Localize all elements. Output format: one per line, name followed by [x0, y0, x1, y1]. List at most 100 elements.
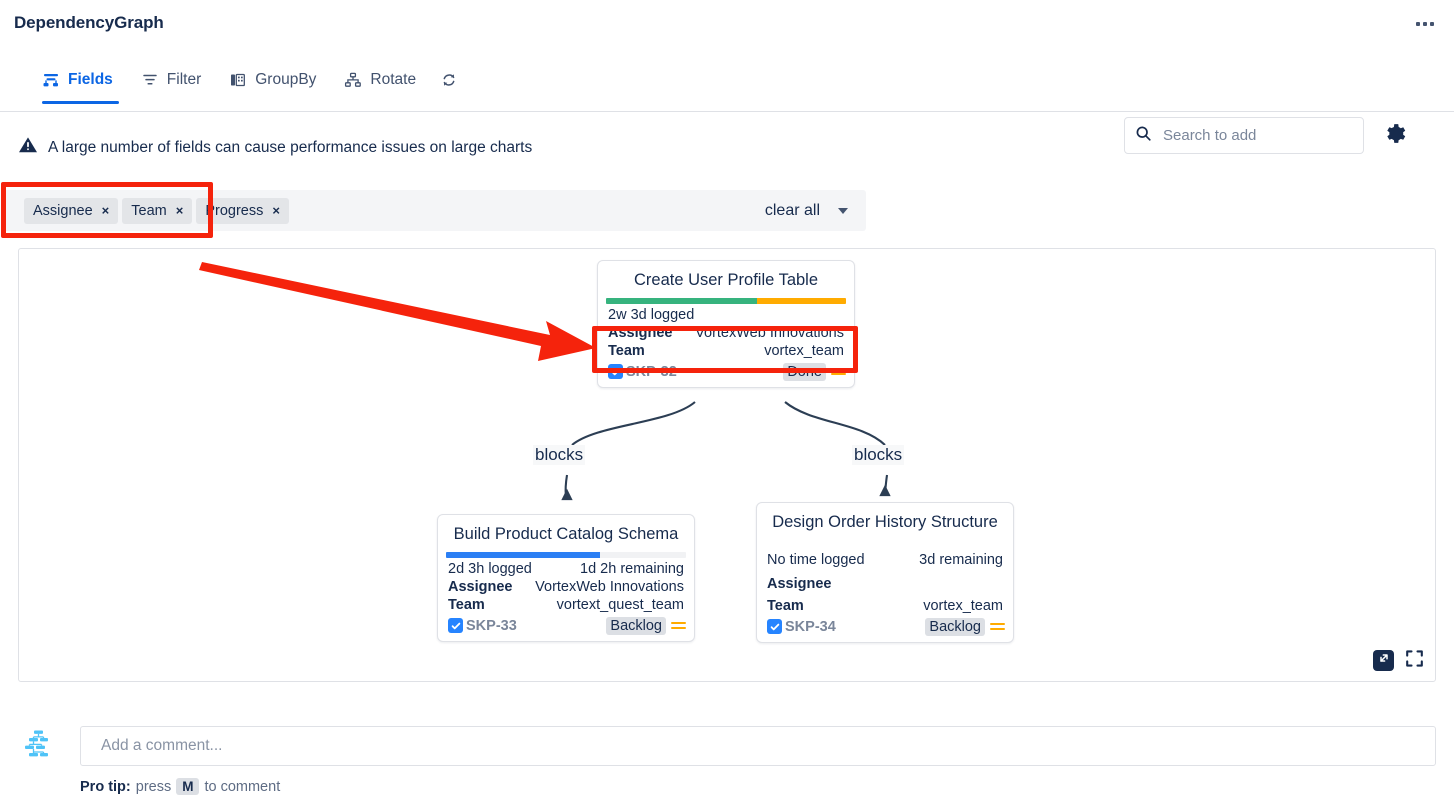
settings-button[interactable] [1380, 122, 1408, 150]
chip-progress-label: Progress [205, 202, 264, 219]
chip-team[interactable]: Team × [122, 197, 193, 224]
time-remaining: 1d 2h remaining [580, 560, 684, 577]
field-row-assignee: Assignee VortexWeb Innovations [598, 324, 854, 342]
issue-key-cell[interactable]: SKP-33 [448, 618, 517, 634]
field-key: Assignee [767, 575, 832, 592]
graph-node-skp-33[interactable]: Build Product Catalog Schema 2d 3h logge… [437, 514, 695, 642]
edge-label-blocks-right: blocks [852, 445, 905, 465]
pro-tip: Pro tip: press M to comment [80, 778, 280, 795]
fullscreen-icon [1405, 649, 1424, 673]
chip-progress-remove-icon[interactable]: × [272, 203, 280, 218]
fields-icon [42, 71, 60, 89]
tab-fields-label: Fields [68, 71, 113, 88]
performance-warning-text: A large number of fields can cause perfo… [48, 138, 533, 156]
field-key: Team [448, 596, 485, 613]
refresh-icon [440, 71, 458, 89]
performance-warning: A large number of fields can cause perfo… [18, 136, 532, 159]
tab-filter[interactable]: Filter [127, 56, 215, 104]
clear-all-label: clear all [764, 201, 820, 219]
tab-groupby-label: GroupBy [255, 71, 317, 88]
field-key: Assignee [608, 324, 673, 341]
issue-key-cell[interactable]: SKP-34 [767, 619, 836, 635]
gear-icon [1382, 121, 1407, 151]
search-box[interactable] [1124, 117, 1364, 154]
task-type-icon [767, 619, 782, 635]
time-logged: 2w 3d logged [608, 306, 695, 323]
chip-assignee-remove-icon[interactable]: × [102, 203, 110, 218]
tab-rotate-label: Rotate [370, 71, 417, 88]
field-value: VortexWeb Innovations [535, 578, 684, 595]
progress-bar [606, 297, 846, 304]
edge-arrow-skp32-skp34 [879, 474, 891, 497]
edge-line-skp32-skp34 [784, 401, 886, 446]
graph-node-skp-34[interactable]: Design Order History Structure No time l… [756, 502, 1014, 643]
app-root: DependencyGraph Fields Filter GroupBy Ro… [0, 0, 1454, 810]
org-chart-avatar-icon [21, 727, 55, 766]
field-key: Team [608, 342, 645, 359]
node-footer: SKP-33 Backlog [438, 614, 694, 637]
more-dot [1416, 22, 1420, 26]
expand-diagonal-button[interactable] [1373, 650, 1394, 671]
time-row: No time logged 3d remaining [757, 540, 1013, 569]
tab-filter-label: Filter [166, 71, 202, 88]
pro-tip-press: press [135, 778, 172, 795]
field-value: vortex_team [764, 342, 844, 359]
field-row-assignee: Assignee [757, 569, 1013, 593]
edge-line-skp32-skp33 [571, 401, 696, 446]
edge-arrow-skp32-skp33 [561, 474, 573, 501]
field-row-team: Team vortex_team [598, 342, 854, 360]
field-value: VortexWeb Innovations [695, 324, 844, 341]
dependency-graph-canvas[interactable]: blocks blocks Create User Profile Table … [18, 248, 1436, 682]
status-cell: Backlog [925, 617, 1005, 636]
priority-medium-icon [671, 621, 686, 630]
page-title: DependencyGraph [14, 13, 164, 32]
avatar [20, 728, 56, 764]
comment-box[interactable] [80, 726, 1436, 766]
status-cell: Backlog [606, 616, 686, 635]
comment-input[interactable] [99, 736, 1417, 756]
clear-all-button[interactable]: clear all [765, 190, 848, 231]
status-badge: Done [783, 362, 826, 381]
tab-rotate[interactable]: Rotate [330, 56, 430, 104]
chip-assignee[interactable]: Assignee × [24, 197, 119, 224]
priority-medium-icon [990, 622, 1005, 631]
issue-key: SKP-32 [626, 363, 677, 380]
status-badge: Backlog [925, 617, 985, 636]
chip-team-label: Team [131, 202, 167, 219]
status-cell: Done [783, 362, 846, 381]
search-input[interactable] [1161, 126, 1364, 145]
task-type-icon [448, 618, 463, 634]
more-options-button[interactable] [1410, 12, 1440, 36]
filter-icon [141, 71, 159, 89]
chip-team-remove-icon[interactable]: × [176, 203, 184, 218]
chevron-down-icon[interactable] [838, 207, 848, 214]
field-row-team: Team vortext_quest_team [438, 596, 694, 614]
field-key: Team [767, 597, 804, 614]
progress-segment-remaining [757, 297, 846, 304]
time-row: 2w 3d logged [598, 304, 854, 324]
groupby-icon [229, 71, 247, 89]
fields-chips-bar: Assignee × Team × Progress × clear all [2, 190, 866, 231]
toolbar-tabs: Fields Filter GroupBy Rotate [38, 56, 468, 104]
fullscreen-button[interactable] [1404, 649, 1425, 673]
task-type-icon [608, 364, 623, 380]
field-row-assignee: Assignee VortexWeb Innovations [438, 578, 694, 596]
field-value: vortext_quest_team [556, 596, 684, 613]
edge-label-blocks-left: blocks [533, 445, 586, 465]
issue-key-cell[interactable]: SKP-32 [608, 364, 677, 380]
progress-segment-logged [446, 551, 600, 558]
rotate-icon [344, 71, 362, 89]
refresh-button[interactable] [430, 56, 468, 104]
pro-tip-suffix: to comment [204, 778, 281, 795]
chip-progress[interactable]: Progress × [196, 197, 289, 224]
graph-node-skp-32[interactable]: Create User Profile Table 2w 3d logged A… [597, 260, 855, 388]
expand-diagonal-icon [1377, 651, 1391, 670]
time-row: 2d 3h logged 1d 2h remaining [438, 558, 694, 578]
issue-key: SKP-34 [785, 618, 836, 635]
node-footer: SKP-32 Done [598, 360, 854, 383]
tab-fields[interactable]: Fields [38, 56, 127, 104]
tab-groupby[interactable]: GroupBy [215, 56, 330, 104]
chip-assignee-label: Assignee [33, 202, 93, 219]
more-dot [1430, 22, 1434, 26]
node-title: Design Order History Structure [772, 513, 998, 531]
